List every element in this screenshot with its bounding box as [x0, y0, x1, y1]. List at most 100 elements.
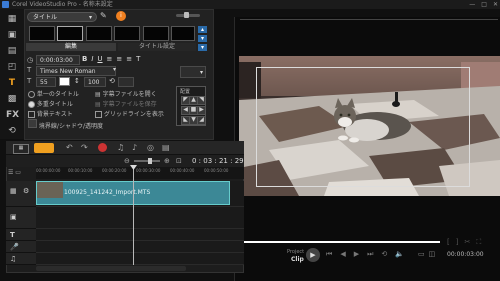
backdrop-text-checkbox[interactable] — [28, 111, 35, 118]
tab-edit[interactable]: 編集 — [26, 43, 116, 51]
overlay-track[interactable] — [36, 207, 244, 229]
path-icon[interactable]: ⟲ — [6, 125, 18, 137]
align-bottom-right-icon[interactable]: ◢ — [197, 116, 206, 125]
enlarge-preview-icon[interactable]: ◫ — [429, 250, 436, 258]
single-title-radio[interactable] — [28, 91, 35, 98]
align-left-icon[interactable]: ≡ — [107, 55, 113, 63]
minimize-icon[interactable]: — — [469, 0, 475, 9]
film-icon[interactable]: ▦ — [6, 13, 18, 25]
subtitle-editor-icon[interactable]: ▤ — [162, 143, 170, 152]
fit-project-icon[interactable]: ⊡ — [176, 157, 182, 165]
sound-mixer-icon[interactable]: ♫ — [117, 143, 124, 152]
fullscreen-icon[interactable]: ⛶ — [476, 238, 481, 247]
line-spacing-field[interactable]: 100 — [84, 77, 106, 87]
timeline-ruler[interactable]: 00:00:00:00 00:00:10:00 00:00:20:00 00:0… — [36, 167, 244, 179]
split-icon[interactable]: ✂ — [464, 238, 470, 247]
grid-lines-checkbox[interactable] — [95, 111, 102, 118]
multiple-titles-option[interactable]: 多重タイトル — [28, 99, 73, 108]
storyboard-view-icon[interactable]: ▦ — [13, 144, 29, 154]
track-manager-icon[interactable]: ☰ ▭ — [8, 169, 34, 179]
preview-scrubber[interactable] — [240, 241, 440, 243]
single-title-option[interactable]: 単一のタイトル — [28, 89, 79, 98]
align-right-pos-icon[interactable]: ▶ — [197, 106, 206, 115]
title-thumbnail[interactable] — [57, 26, 83, 41]
undo-icon[interactable]: ↶ — [66, 143, 73, 152]
track-options-icon[interactable]: ⚙ — [23, 187, 29, 195]
save-subtitle-button[interactable]: ▤ 字幕ファイルを保存 — [95, 99, 157, 108]
timeline-view-button[interactable] — [34, 143, 54, 153]
open-subtitle-button[interactable]: ▤ 字幕ファイルを開く — [95, 89, 157, 98]
style-preset-dropdown[interactable]: ▾ — [180, 66, 206, 78]
grid-lines-option[interactable]: グリッドラインを表示 — [95, 109, 164, 118]
title-thumbnail[interactable] — [29, 26, 55, 41]
graphics-icon[interactable]: ▩ — [6, 93, 18, 105]
zoom-in-icon[interactable]: ⊕ — [164, 157, 170, 165]
align-right-icon[interactable]: ≡ — [126, 55, 132, 63]
timeline-scrollbar[interactable] — [36, 266, 186, 271]
play-button[interactable]: ▶ — [306, 248, 320, 262]
backdrop-text-option[interactable]: 背景テキスト — [28, 109, 73, 118]
project-mode-label[interactable]: Project — [287, 249, 304, 255]
title-thumbnail[interactable] — [86, 26, 112, 41]
close-icon[interactable]: ✕ — [493, 0, 498, 9]
timeline-playhead[interactable] — [133, 169, 134, 265]
thumbnail-size-slider-handle[interactable] — [184, 12, 189, 18]
motion-tracking-icon[interactable]: ◎ — [147, 143, 154, 152]
align-top-right-icon[interactable]: ◥ — [197, 96, 206, 105]
repeat-icon[interactable]: ⟲ — [381, 250, 387, 259]
apply-shadow-option[interactable]: 境界線/シャドウ/透明度 — [28, 119, 103, 130]
bold-icon[interactable]: B — [82, 55, 87, 63]
title-thumbnail[interactable] — [114, 26, 140, 41]
vertical-text-icon[interactable]: T — [136, 55, 140, 63]
voice-track-header[interactable]: 🎤 — [6, 241, 36, 253]
rotation-field[interactable] — [118, 77, 134, 87]
title-thumbnail[interactable] — [171, 26, 195, 41]
title-track[interactable] — [36, 229, 244, 241]
overlay-track-header[interactable]: ▣ — [6, 207, 36, 229]
fx-icon[interactable]: FX — [6, 109, 19, 121]
add-favorite-icon[interactable]: ✎ — [100, 11, 111, 22]
video-track-header[interactable]: ▦ ⚙ — [6, 181, 36, 207]
transition-icon[interactable]: ◰ — [6, 61, 18, 73]
scroll-up-icon[interactable]: ▴ — [198, 26, 207, 33]
clip-mode-label[interactable]: Clip — [291, 256, 304, 263]
next-frame-icon[interactable]: ▶ — [354, 250, 359, 259]
single-title-label: 単一のタイトル — [36, 91, 79, 98]
font-color-swatch[interactable] — [59, 77, 70, 86]
zoom-slider-handle[interactable] — [148, 158, 152, 164]
voice-track[interactable] — [36, 241, 244, 253]
auto-music-icon[interactable]: ♪ — [132, 143, 137, 152]
go-to-end-icon[interactable]: ⏭ — [367, 250, 373, 259]
title-icon[interactable]: T — [6, 77, 18, 89]
music-track-header[interactable]: ♫ — [6, 253, 36, 265]
media-icon[interactable]: ▣ — [6, 29, 18, 41]
zoom-slider[interactable] — [134, 160, 160, 162]
previous-frame-icon[interactable]: ◀ — [340, 250, 345, 259]
title-track-header[interactable]: T — [6, 229, 36, 241]
expand-panel-icon[interactable]: ▾ — [198, 44, 207, 51]
multiple-titles-radio[interactable] — [28, 101, 35, 108]
mark-in-icon[interactable]: [ — [447, 238, 450, 247]
zoom-out-icon[interactable]: ⊖ — [124, 157, 130, 165]
instant-project-icon[interactable]: ▤ — [6, 45, 18, 57]
tab-title-settings[interactable]: タイトル設定 — [118, 43, 196, 51]
underline-icon[interactable]: U — [97, 55, 102, 63]
mark-out-icon[interactable]: ] — [456, 238, 459, 247]
category-dropdown[interactable]: タイトル ▾ — [27, 12, 97, 22]
help-icon[interactable]: i — [116, 11, 126, 21]
music-track[interactable] — [36, 253, 244, 265]
font-size-field[interactable]: 55 — [36, 77, 56, 87]
title-thumbnail[interactable] — [143, 26, 169, 41]
scroll-down-icon[interactable]: ▾ — [198, 35, 207, 42]
font-dropdown[interactable]: Times New Roman — [36, 66, 116, 76]
go-to-start-icon[interactable]: ⏮ — [326, 250, 332, 259]
preview-timecode[interactable]: 00:00:03:00 — [447, 251, 484, 258]
maximize-icon[interactable]: □ — [481, 0, 487, 9]
italic-icon[interactable]: I — [91, 55, 93, 63]
volume-icon[interactable]: 🔈 — [395, 250, 404, 259]
align-center-icon[interactable]: ≡ — [116, 55, 122, 63]
record-capture-icon[interactable] — [98, 143, 107, 152]
redo-icon[interactable]: ↷ — [81, 143, 88, 152]
duration-field[interactable]: 0:00:03:00 — [36, 55, 80, 65]
hd-preview-icon[interactable]: ▭ — [418, 250, 425, 258]
